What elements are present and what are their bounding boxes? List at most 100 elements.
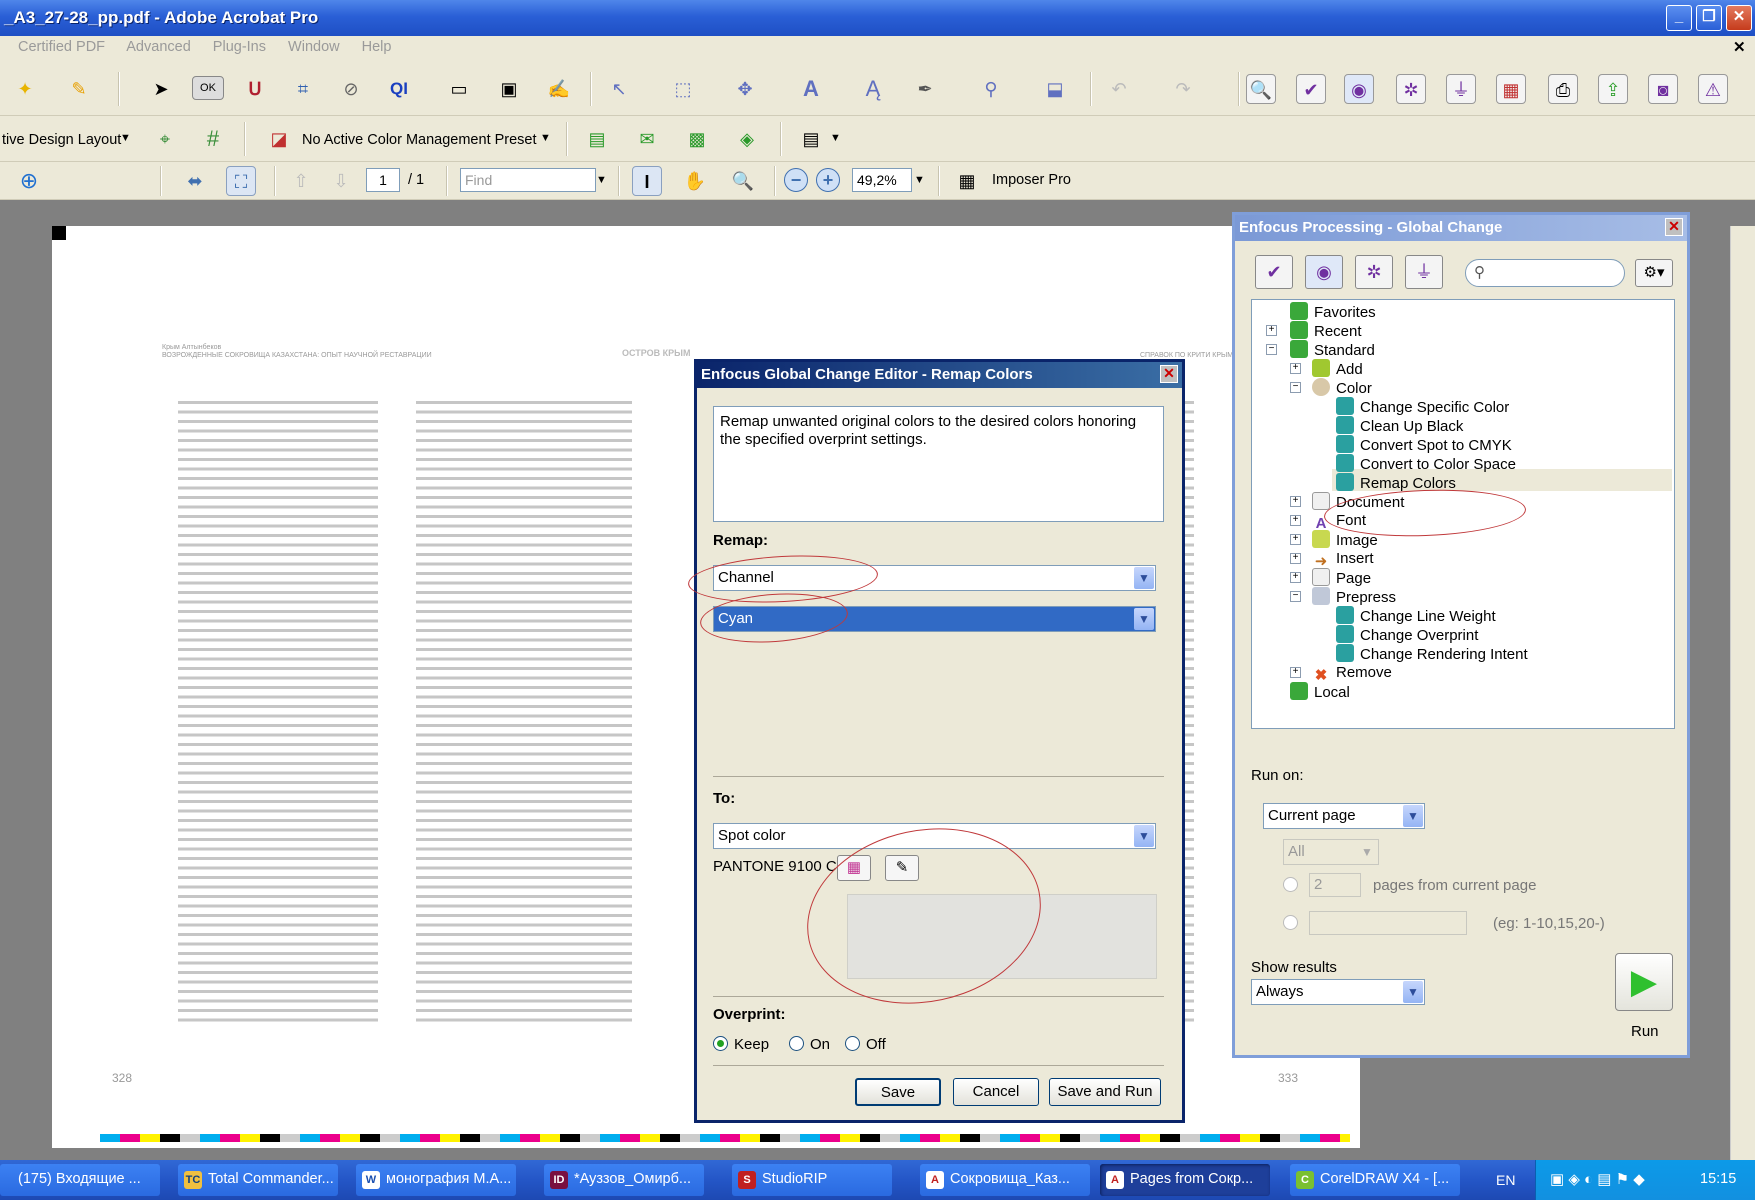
- panel-icon[interactable]: ▤: [796, 124, 826, 154]
- grid-select-icon[interactable]: ⌖: [150, 124, 180, 154]
- expand-icon[interactable]: +: [1266, 325, 1277, 336]
- text-box-icon[interactable]: ▭: [444, 74, 474, 104]
- collapse-icon[interactable]: −: [1290, 382, 1301, 393]
- tray-icons[interactable]: ▣ ◈ ◐ ▤ ⚑ ◆: [1550, 1170, 1645, 1188]
- all-select[interactable]: All ▼: [1283, 839, 1379, 865]
- settings-gear-icon[interactable]: ⚙▾: [1635, 259, 1673, 287]
- text-path-icon[interactable]: Ą: [858, 74, 888, 104]
- snapshot-icon[interactable]: ◙: [1648, 74, 1678, 104]
- design-layout-dropdown[interactable]: tive Design Layout: [2, 132, 121, 148]
- check-icon[interactable]: ✔: [1296, 74, 1326, 104]
- filter-icon[interactable]: ⏚: [1405, 255, 1443, 289]
- comment-icon[interactable]: ✎: [64, 74, 94, 104]
- expand-icon[interactable]: +: [1290, 553, 1301, 564]
- fit-width-icon[interactable]: ⬌: [180, 166, 210, 196]
- frame-icon[interactable]: ▣: [494, 74, 524, 104]
- redo-icon[interactable]: ↷: [1168, 74, 1198, 104]
- task-inbox[interactable]: (175) Входящие ...: [0, 1164, 160, 1196]
- action-icon[interactable]: ✲: [1355, 255, 1393, 289]
- move-icon[interactable]: ✥: [730, 74, 760, 104]
- task-total-commander[interactable]: TC Total Commander...: [178, 1164, 338, 1196]
- link-icon[interactable]: ⊘: [336, 74, 366, 104]
- range-input[interactable]: [1309, 911, 1467, 935]
- create-icon[interactable]: ✦: [10, 74, 40, 104]
- tree-local[interactable]: Local: [1290, 682, 1350, 702]
- expand-icon[interactable]: +: [1290, 496, 1301, 507]
- global-change-icon[interactable]: ◉: [1305, 255, 1343, 289]
- tree-standard[interactable]: Standard: [1290, 340, 1375, 360]
- print-icon[interactable]: ⎙: [1548, 74, 1578, 104]
- zoom-in-icon[interactable]: +: [816, 168, 840, 192]
- select-arrow-icon[interactable]: ➤: [146, 74, 176, 104]
- pattern-icon[interactable]: ▩: [682, 124, 712, 154]
- undo-icon[interactable]: ↶: [1104, 74, 1134, 104]
- task-acrobat-2[interactable]: A Pages from Сокр...: [1100, 1164, 1270, 1196]
- expand-icon[interactable]: +: [1290, 363, 1301, 374]
- close-button[interactable]: ✕: [1726, 5, 1752, 31]
- overprint-keep-radio[interactable]: Keep: [713, 1036, 769, 1053]
- save-and-run-button[interactable]: Save and Run: [1049, 1078, 1161, 1106]
- next-page-icon[interactable]: ⇩: [326, 166, 356, 196]
- note-icon[interactable]: ▤: [582, 124, 612, 154]
- page-number-input[interactable]: 1: [366, 168, 400, 192]
- warning-icon[interactable]: ⚠: [1698, 74, 1728, 104]
- ok-icon[interactable]: OK: [192, 76, 224, 100]
- search-input[interactable]: ⚲: [1465, 259, 1625, 287]
- maximize-button[interactable]: ❐: [1696, 5, 1722, 31]
- prev-page-icon[interactable]: ⇧: [286, 166, 316, 196]
- save-button[interactable]: Save: [855, 1078, 941, 1106]
- zoom-input[interactable]: 49,2%: [852, 168, 912, 192]
- fit-page-icon[interactable]: ⛶: [226, 166, 256, 196]
- zoom-out-icon[interactable]: −: [784, 168, 808, 192]
- task-studiorip[interactable]: S StudioRIP: [732, 1164, 892, 1196]
- task-word[interactable]: Wмонография М.А...: [356, 1164, 516, 1196]
- expand-icon[interactable]: +: [1290, 515, 1301, 526]
- range-radio[interactable]: [1283, 915, 1304, 932]
- tree-color[interactable]: Color: [1312, 378, 1372, 398]
- text-tool-icon[interactable]: A: [796, 74, 826, 104]
- menu-certified-pdf[interactable]: Certified PDF: [18, 39, 105, 55]
- color-bars-icon[interactable]: ▦: [1496, 74, 1526, 104]
- tree-change-specific-color[interactable]: Change Specific Color: [1336, 397, 1509, 417]
- object-select-icon[interactable]: ↖: [604, 74, 634, 104]
- tree-change-overprint[interactable]: Change Overprint: [1336, 625, 1478, 645]
- collapse-icon[interactable]: −: [1266, 344, 1277, 355]
- crop-icon[interactable]: ⌗: [288, 74, 318, 104]
- collapse-icon[interactable]: −: [1290, 591, 1301, 602]
- menu-plug-ins[interactable]: Plug-Ins: [213, 39, 266, 55]
- vertical-scrollbar[interactable]: [1730, 226, 1755, 1160]
- action-icon[interactable]: ✲: [1396, 74, 1426, 104]
- menu-help[interactable]: Help: [362, 39, 392, 55]
- task-acrobat-1[interactable]: A Сокровища_Каз...: [920, 1164, 1090, 1196]
- expand-icon[interactable]: +: [1290, 572, 1301, 583]
- tree-recent[interactable]: Recent: [1290, 321, 1362, 341]
- globe-icon[interactable]: ⊕: [14, 166, 44, 196]
- close-icon[interactable]: ✕: [1160, 365, 1178, 383]
- imposer-button[interactable]: Imposer Pro: [992, 172, 1071, 188]
- tree-change-line-weight[interactable]: Change Line Weight: [1336, 606, 1496, 626]
- menu-advanced[interactable]: Advanced: [126, 39, 191, 55]
- run-on-select[interactable]: Current page ▼: [1263, 803, 1425, 829]
- task-coreldraw[interactable]: C CorelDRAW X4 - [...: [1290, 1164, 1460, 1196]
- tree-convert-spot-cmyk[interactable]: Convert Spot to CMYK: [1336, 435, 1512, 455]
- grid-icon[interactable]: #: [198, 124, 228, 154]
- tree-favorites[interactable]: Favorites: [1290, 302, 1376, 322]
- find-input[interactable]: Find: [460, 168, 596, 192]
- export-icon[interactable]: ⇪: [1598, 74, 1628, 104]
- menu-window[interactable]: Window: [288, 39, 340, 55]
- pen-icon[interactable]: ✒: [910, 74, 940, 104]
- edit-icon[interactable]: ✍: [544, 74, 574, 104]
- imposer-icon[interactable]: ▦: [952, 166, 982, 196]
- pages-radio[interactable]: [1283, 877, 1304, 894]
- push-pin-icon[interactable]: ⚲: [976, 74, 1006, 104]
- tree-prepress[interactable]: Prepress: [1312, 587, 1396, 607]
- language-indicator[interactable]: EN: [1496, 1172, 1515, 1188]
- hand-icon[interactable]: ✋: [680, 166, 710, 196]
- color-preset-icon[interactable]: ◪: [264, 124, 294, 154]
- show-results-select[interactable]: Always ▼: [1251, 979, 1425, 1005]
- run-play-icon[interactable]: ▶: [1615, 953, 1673, 1011]
- filter-icon[interactable]: ⏚: [1446, 74, 1476, 104]
- pitstop-icon[interactable]: ᑌ: [240, 74, 270, 104]
- color-preset-dropdown[interactable]: No Active Color Management Preset: [302, 132, 537, 148]
- text-cursor-icon[interactable]: I: [632, 166, 662, 196]
